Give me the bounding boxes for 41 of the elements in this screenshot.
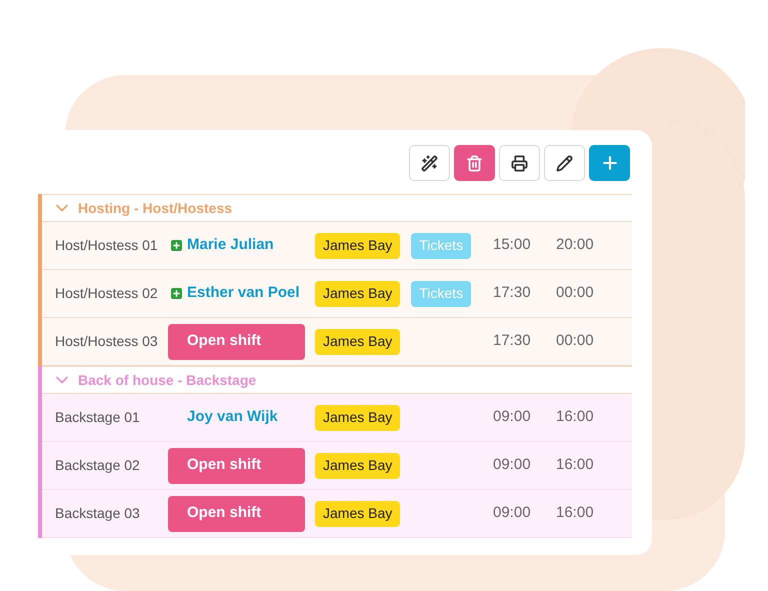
position-name: Backstage 02 (55, 456, 140, 472)
open-shift-button[interactable]: Open shift (168, 448, 305, 484)
start-time: 15:00 (493, 235, 532, 256)
location-tag: James Bay (315, 404, 400, 430)
position-name: Host/Hostess 01 (55, 236, 158, 252)
end-time: 00:00 (556, 283, 594, 304)
location-tag: James Bay (315, 328, 400, 354)
start-time: 09:00 (493, 503, 532, 524)
category-tag: Tickets (411, 280, 472, 306)
location-tag: James Bay (315, 232, 400, 258)
print-button[interactable] (499, 145, 540, 181)
pencil-icon (556, 154, 573, 172)
position-name: Host/Hostess 03 (55, 332, 158, 348)
edit-button[interactable] (544, 145, 585, 181)
location-tag: James Bay (315, 500, 400, 526)
employee-link[interactable]: Joy van Wijk (187, 406, 278, 429)
position-name: Backstage 03 (55, 504, 140, 520)
group-header[interactable]: Hosting - Host/Hostess (42, 194, 632, 222)
position-name: Backstage 01 (55, 408, 140, 424)
trash-icon (466, 154, 483, 172)
open-shift-button[interactable]: Open shift (168, 324, 305, 360)
start-time: 17:30 (493, 283, 532, 304)
position-name: Host/Hostess 02 (55, 284, 158, 300)
group-header[interactable]: Back of house - Backstage (42, 366, 632, 394)
open-shift-button[interactable]: Open shift (168, 496, 305, 532)
employee-link[interactable]: Marie Julian (187, 234, 274, 257)
magic-button[interactable] (409, 145, 450, 181)
end-time: 00:00 (556, 331, 594, 352)
end-time: 16:00 (556, 503, 594, 524)
printer-icon (511, 154, 528, 172)
end-time: 16:00 (556, 407, 594, 428)
end-time: 20:00 (556, 235, 594, 256)
employee-link[interactable]: Esther van Poel (187, 282, 300, 305)
start-time: 09:00 (493, 407, 532, 428)
magic-wand-icon (421, 154, 438, 172)
start-time: 17:30 (493, 331, 532, 352)
end-time: 16:00 (556, 455, 594, 476)
location-tag: James Bay (315, 452, 400, 478)
location-tag: James Bay (315, 280, 400, 306)
category-tag: Tickets (411, 232, 472, 258)
start-time: 09:00 (493, 455, 532, 476)
